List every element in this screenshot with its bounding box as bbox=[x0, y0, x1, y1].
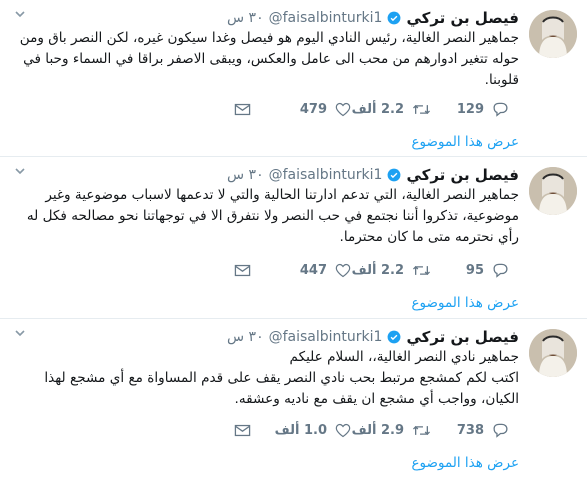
direct-message-button[interactable] bbox=[234, 419, 251, 441]
retweet-button[interactable]: 2.2 ألف bbox=[352, 98, 431, 120]
tweet-text-line: قلوبنا. bbox=[484, 72, 519, 88]
author-name[interactable]: فيصل بن تركي bbox=[406, 328, 519, 346]
like-icon bbox=[335, 102, 351, 117]
tweet-text-line: رأي نحترمه متى ما كان محترما. bbox=[339, 229, 519, 245]
reply-icon bbox=[492, 262, 509, 278]
chevron-down-icon[interactable] bbox=[14, 165, 26, 177]
show-thread-link[interactable]: عرض هذا الموضوع bbox=[412, 455, 520, 471]
like-icon bbox=[335, 423, 351, 438]
author-handle[interactable]: @faisalbinturki1 bbox=[269, 10, 383, 26]
author-name[interactable]: فيصل بن تركي bbox=[406, 9, 519, 27]
avatar[interactable] bbox=[529, 167, 577, 215]
reply-button[interactable]: 95 bbox=[466, 259, 509, 281]
reply-button[interactable]: 129 bbox=[457, 98, 509, 120]
chevron-down-icon[interactable] bbox=[14, 327, 26, 339]
tweet-text: جماهير النصر الغالية، التي تدعم ادارتنا … bbox=[10, 185, 519, 248]
tweet-actions: 95 2.2 ألف 447 bbox=[199, 259, 519, 281]
like-icon bbox=[335, 263, 351, 278]
author-handle[interactable]: @faisalbinturki1 bbox=[269, 329, 383, 345]
author-name[interactable]: فيصل بن تركي bbox=[406, 166, 519, 184]
reply-icon bbox=[492, 422, 509, 438]
retweet-count: 2.2 ألف bbox=[351, 101, 404, 117]
reply-count: 738 bbox=[456, 422, 484, 438]
like-button[interactable]: 479 bbox=[300, 98, 351, 120]
direct-message-button[interactable] bbox=[234, 98, 251, 120]
like-button[interactable]: 447 bbox=[300, 259, 351, 281]
reply-count: 95 bbox=[465, 262, 484, 278]
reply-button[interactable]: 738 bbox=[457, 419, 509, 441]
retweet-count: 2.2 ألف bbox=[351, 262, 404, 278]
tweet-text-line: جماهير النصر الغالية، التي تدعم ادارتنا … bbox=[45, 187, 519, 203]
avatar[interactable] bbox=[529, 10, 577, 58]
retweet-icon bbox=[412, 423, 431, 438]
tweet-time[interactable]: ٣٠ س bbox=[227, 10, 264, 26]
tweet-text-line: حوله تتغير ادوارهم من محب الى عامل والعك… bbox=[23, 51, 519, 67]
tweet-text-line: اكتب لكم كمشجع مرتبط بحب نادي النصر يقف … bbox=[44, 370, 519, 386]
tweet-text: جماهير نادي النصر الغالية،، السلام عليكم… bbox=[10, 347, 519, 410]
verified-badge-icon bbox=[387, 168, 401, 182]
reply-count: 129 bbox=[456, 101, 484, 117]
tweet-text: جماهير النصر الغالية، رئيس النادي اليوم … bbox=[10, 28, 519, 91]
retweet-button[interactable]: 2.2 ألف bbox=[352, 259, 431, 281]
retweet-button[interactable]: 2.9 ألف bbox=[352, 419, 431, 441]
show-thread-link[interactable]: عرض هذا الموضوع bbox=[412, 295, 520, 311]
avatar[interactable] bbox=[529, 329, 577, 377]
tweet-text-line: جماهير النصر الغالية، رئيس النادي اليوم … bbox=[19, 30, 519, 46]
tweet-text-line: الكيان، وواجب أي مشجع ان يقف مع ناديه وع… bbox=[234, 391, 519, 407]
tweet[interactable]: فيصل بن تركي @faisalbinturki1 ٣٠ س جماهي… bbox=[0, 319, 587, 480]
verified-badge-icon bbox=[387, 11, 401, 25]
tweet-time[interactable]: ٣٠ س bbox=[227, 329, 264, 345]
direct-message-icon bbox=[234, 103, 251, 116]
direct-message-icon bbox=[234, 424, 251, 437]
like-button[interactable]: 1.0 ألف bbox=[275, 419, 351, 441]
tweet[interactable]: فيصل بن تركي @faisalbinturki1 ٣٠ س جماهي… bbox=[0, 0, 587, 157]
verified-badge-icon bbox=[387, 330, 401, 344]
tweet-actions: 738 2.9 ألف 1.0 ألف bbox=[199, 419, 519, 441]
retweet-count: 2.9 ألف bbox=[351, 422, 404, 438]
retweet-icon bbox=[412, 102, 431, 117]
like-count: 447 bbox=[299, 262, 327, 278]
reply-icon bbox=[492, 101, 509, 117]
tweet[interactable]: فيصل بن تركي @faisalbinturki1 ٣٠ س جماهي… bbox=[0, 157, 587, 319]
retweet-icon bbox=[412, 263, 431, 278]
author-handle[interactable]: @faisalbinturki1 bbox=[269, 167, 383, 183]
like-count: 479 bbox=[299, 101, 327, 117]
like-count: 1.0 ألف bbox=[274, 422, 327, 438]
tweet-time[interactable]: ٣٠ س bbox=[227, 167, 264, 183]
tweet-actions: 129 2.2 ألف 479 bbox=[199, 98, 519, 120]
chevron-down-icon[interactable] bbox=[14, 8, 26, 20]
direct-message-icon bbox=[234, 264, 251, 277]
show-thread-link[interactable]: عرض هذا الموضوع bbox=[412, 134, 520, 150]
tweet-text-line: جماهير نادي النصر الغالية،، السلام عليكم bbox=[289, 349, 519, 365]
direct-message-button[interactable] bbox=[234, 259, 251, 281]
tweet-text-line: موضوعية، تذكروا أننا نجتمع في حب النصر و… bbox=[26, 208, 519, 224]
